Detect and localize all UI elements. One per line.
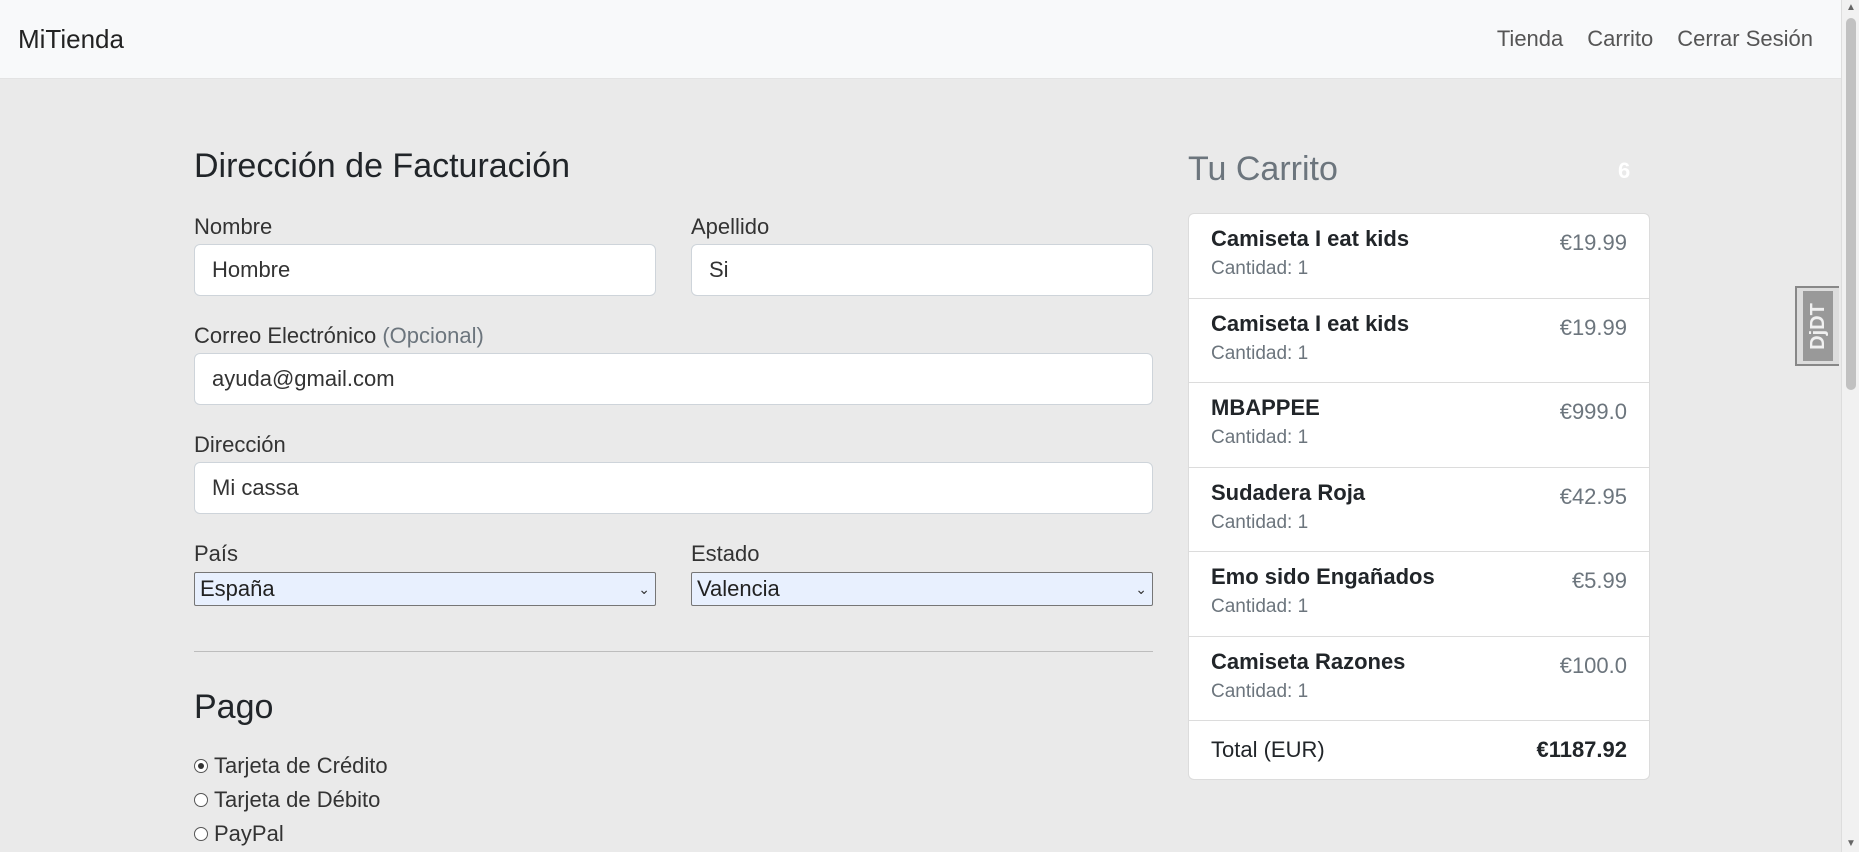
cart-item-price: €42.95 [1559, 483, 1627, 509]
cart-item: Camiseta I eat kids Cantidad: 1 €19.99 [1189, 299, 1649, 383]
payment-option-debit[interactable]: Tarjeta de Débito [194, 787, 380, 813]
country-label: País [194, 541, 239, 566]
cart-item-quantity: Cantidad: 1 [1211, 680, 1309, 702]
payment-title: Pago [194, 688, 274, 726]
chevron-down-icon: ⌄ [1135, 580, 1147, 597]
cart-item-quantity: Cantidad: 1 [1211, 342, 1309, 364]
debug-toolbar-logo: DjDT [1803, 291, 1833, 361]
cart-item-quantity: Cantidad: 1 [1211, 258, 1309, 279]
state-select-value: Valencia [697, 576, 780, 601]
cart-list: Camiseta I eat kids Cantidad: 1 €19.99 C… [1188, 213, 1650, 780]
nav-links: Tienda Carrito Cerrar Sesión [1497, 26, 1813, 52]
cart-title: Tu Carrito [1188, 150, 1338, 188]
state-select[interactable]: Valencia ⌄ [691, 572, 1153, 606]
cart-item-quantity: Cantidad: 1 [1211, 427, 1309, 448]
cart-total-amount: €1187.92 [1536, 737, 1627, 762]
country-select[interactable]: España ⌄ [194, 572, 656, 606]
email-label-text: Correo Electrónico [194, 323, 377, 348]
scroll-up-arrow-icon[interactable]: ▲ [1842, 0, 1859, 16]
first-name-input[interactable]: Hombre [194, 244, 656, 296]
nav-link-carrito[interactable]: Carrito [1587, 26, 1653, 52]
cart-item-price: €19.99 [1559, 230, 1627, 255]
payment-option-label: PayPal [214, 821, 284, 846]
cart-total-row: Total (EUR) €1187.92 [1189, 721, 1649, 779]
cart-item-name: Emo sido Engañados [1211, 564, 1435, 589]
chevron-down-icon: ⌄ [638, 580, 650, 597]
payment-option-credit[interactable]: Tarjeta de Crédito [194, 753, 388, 779]
cart-item-price: €999.0 [1559, 399, 1627, 424]
cart-item-quantity: Cantidad: 1 [1211, 596, 1309, 617]
radio-button[interactable] [194, 759, 208, 773]
cart-item: Sudadera Roja Cantidad: 1 €42.95 [1189, 468, 1649, 552]
cart-item-price: €5.99 [1571, 568, 1627, 593]
cart-item: Emo sido Engañados Cantidad: 1 €5.99 [1189, 552, 1649, 637]
first-name-label: Nombre [194, 214, 273, 239]
radio-button[interactable] [194, 793, 208, 807]
scroll-down-arrow-icon[interactable]: ▼ [1842, 836, 1859, 852]
payment-option-label: Tarjeta de Débito [214, 787, 381, 812]
top-navbar: MiTienda Tienda Carrito Cerrar Sesión [0, 0, 1841, 79]
address-label: Dirección [194, 432, 286, 457]
cart-item: Camiseta Razones Cantidad: 1 €100.0 [1189, 637, 1649, 721]
section-divider [194, 651, 1153, 652]
email-input[interactable]: ayuda@gmail.com [194, 353, 1153, 405]
email-label: Correo Electrónico (Opcional) [194, 323, 484, 349]
cart-item: MBAPPEE Cantidad: 1 €999.0 [1189, 383, 1649, 468]
last-name-input[interactable]: Si [691, 244, 1153, 296]
cart-count-badge: 6 [1618, 158, 1631, 183]
email-optional-hint: (Opcional) [382, 323, 484, 348]
payment-option-label: Tarjeta de Crédito [214, 753, 388, 778]
scrollbar-thumb[interactable] [1846, 18, 1856, 390]
nav-link-logout[interactable]: Cerrar Sesión [1677, 26, 1813, 52]
billing-title: Dirección de Facturación [194, 147, 571, 185]
state-label: Estado [691, 541, 760, 566]
debug-toolbar-handle[interactable]: DjDT [1795, 286, 1839, 366]
cart-item-price: €100.0 [1559, 652, 1627, 678]
brand-logo[interactable]: MiTienda [18, 24, 124, 55]
radio-button[interactable] [194, 827, 208, 841]
cart-item-quantity: Cantidad: 1 [1211, 511, 1309, 533]
cart-item-price: €19.99 [1559, 314, 1627, 340]
cart-item: Camiseta I eat kids Cantidad: 1 €19.99 [1189, 214, 1649, 299]
cart-total-label: Total (EUR) [1211, 737, 1325, 762]
nav-link-tienda[interactable]: Tienda [1497, 26, 1563, 52]
last-name-label: Apellido [691, 214, 770, 239]
payment-option-paypal[interactable]: PayPal [194, 821, 284, 847]
address-input[interactable]: Mi cassa [194, 462, 1153, 514]
page-scrollbar[interactable]: ▲ ▼ [1841, 0, 1859, 852]
country-select-value: España [200, 576, 275, 601]
